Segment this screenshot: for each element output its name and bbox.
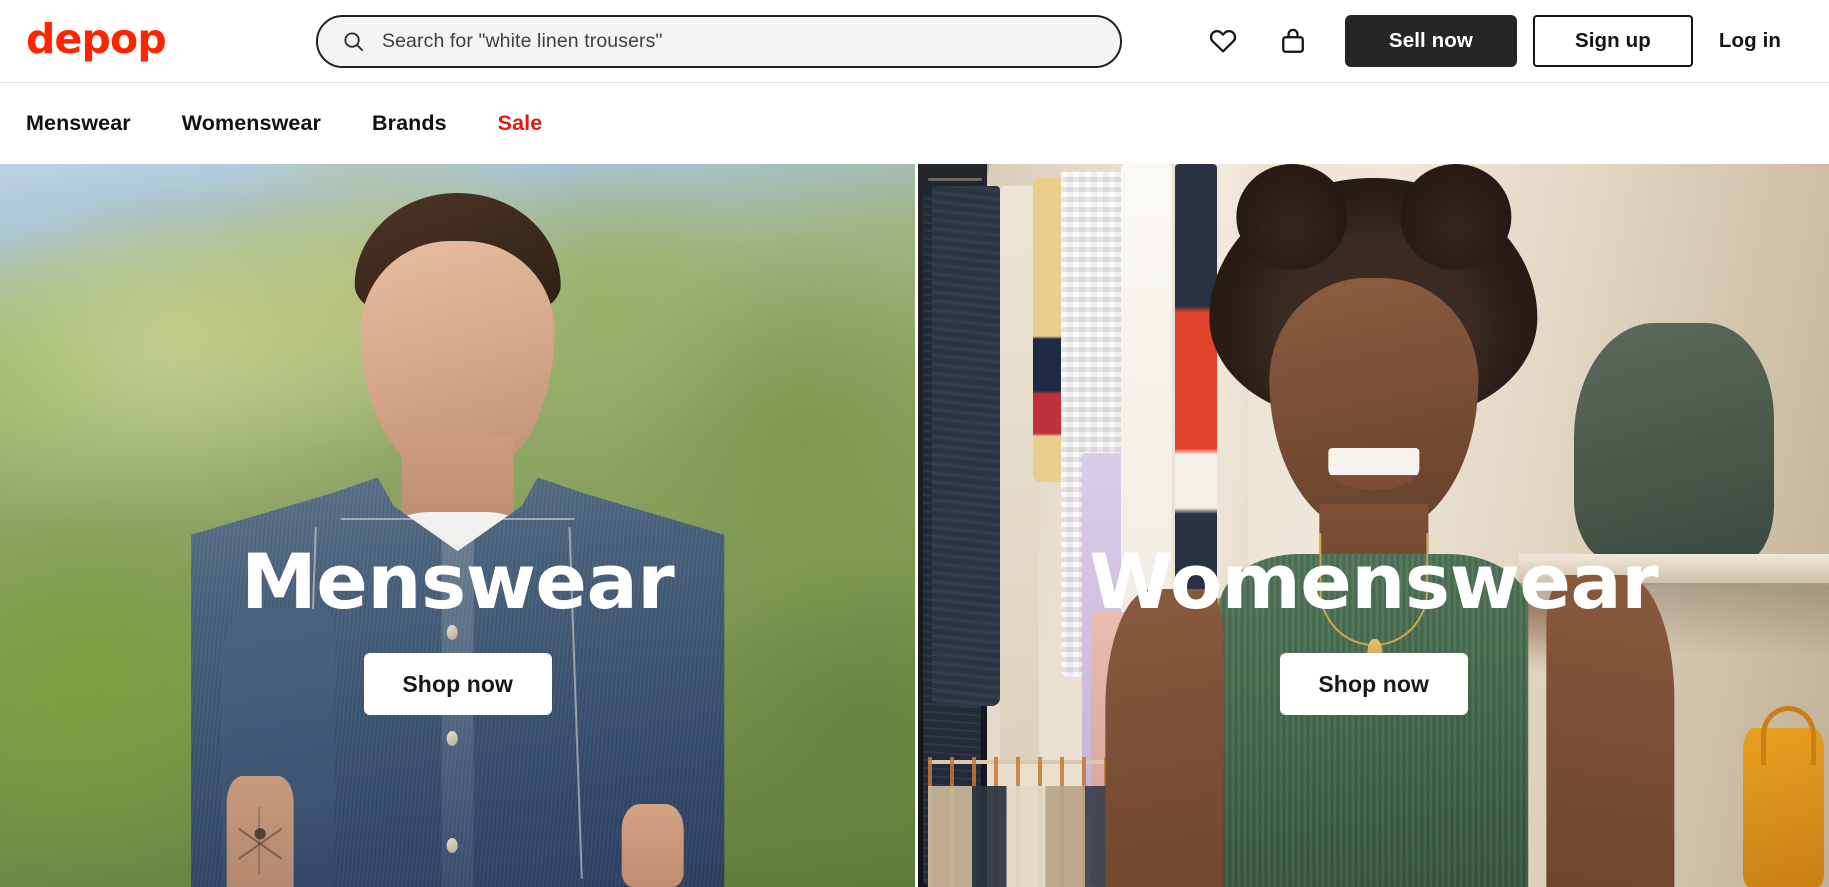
wishlist-button[interactable] [1197, 15, 1249, 67]
category-nav: Menswear Womenswear Brands Sale [0, 82, 1829, 164]
hero-image-womenswear [918, 164, 1829, 887]
sign-up-button[interactable]: Sign up [1532, 15, 1693, 67]
search-box[interactable] [316, 14, 1122, 68]
depop-logo[interactable]: depop [26, 18, 176, 60]
nav-item-brands[interactable]: Brands [372, 99, 447, 148]
hero-image-menswear [0, 164, 916, 887]
nav-item-womenswear[interactable]: Womenswear [182, 99, 321, 148]
depop-homepage: depop Search for "white linen trousers" … [0, 0, 1829, 887]
shop-now-button-womenswear[interactable]: Shop now [1279, 653, 1468, 715]
log-in-button[interactable]: Log in [1693, 15, 1803, 67]
search-input[interactable] [382, 29, 1100, 53]
heart-icon [1208, 26, 1238, 56]
hero-card-womenswear[interactable]: Womenswear Shop now [915, 164, 1829, 887]
nav-item-sale[interactable]: Sale [498, 99, 543, 148]
bag-icon [1278, 26, 1308, 56]
hero-card-menswear[interactable]: Menswear Shop now [0, 164, 916, 887]
search-icon [342, 30, 365, 53]
hero-banners: Menswear Shop now Womenswear Shop now [0, 164, 1829, 887]
sell-now-button[interactable]: Sell now [1344, 15, 1517, 67]
shop-now-button-menswear[interactable]: Shop now [363, 653, 552, 715]
bag-button[interactable] [1267, 15, 1319, 67]
header-actions: Sell now Sign up Log in [1197, 15, 1803, 67]
search-container [316, 14, 1122, 68]
site-header: depop Search for "white linen trousers" … [0, 0, 1829, 82]
nav-item-menswear[interactable]: Menswear [26, 99, 131, 148]
